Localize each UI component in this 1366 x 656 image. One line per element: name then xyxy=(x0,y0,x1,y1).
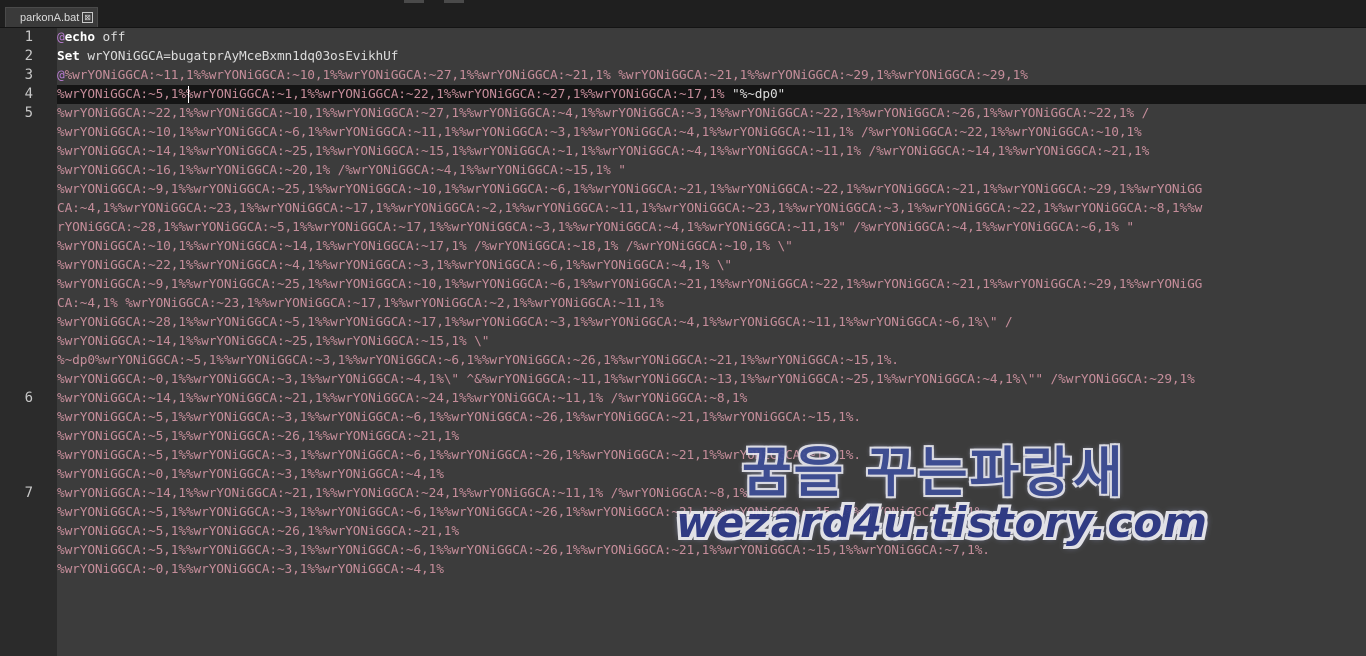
code-token: %wrYONiGGCA:~5,1%%wrYONiGGCA:~3,1%%wrYON… xyxy=(57,448,861,463)
code-line: %wrYONiGGCA:~22,1%%wrYONiGGCA:~4,1%%wrYO… xyxy=(57,256,1202,275)
tab-label: parkonA.bat xyxy=(20,11,80,24)
code-line: %wrYONiGGCA:~9,1%%wrYONiGGCA:~25,1%%wrYO… xyxy=(57,180,1202,199)
line-number: 1 xyxy=(24,29,33,45)
code-line: %wrYONiGGCA:~0,1%%wrYONiGGCA:~3,1%%wrYON… xyxy=(57,560,1202,579)
code-token: %wrYONiGGCA:~10,1%%wrYONiGGCA:~14,1%%wrY… xyxy=(57,239,793,254)
line-number: 4 xyxy=(24,86,33,102)
code-line: %~dp0%wrYONiGGCA:~5,1%%wrYONiGGCA:~3,1%%… xyxy=(57,351,1202,370)
code-editor[interactable]: 1234567 @echo off Set wrYONiGGCA=bugatprA… xyxy=(0,28,1366,656)
window-control[interactable] xyxy=(404,0,424,3)
code-token: %wrYONiGGCA:~22,1%%wrYONiGGCA:~4,1%%wrYO… xyxy=(57,258,733,273)
code-line: %wrYONiGGCA:~14,1%%wrYONiGGCA:~25,1%%wrY… xyxy=(57,142,1202,161)
code-token: %wrYONiGGCA:~9,1%%wrYONiGGCA:~25,1%%wrYO… xyxy=(57,182,1203,197)
code-token: rYONiGGCA:~28,1%%wrYONiGGCA:~5,1%%wrYONi… xyxy=(57,220,1134,235)
code-line: %wrYONiGGCA:~28,1%%wrYONiGGCA:~5,1%%wrYO… xyxy=(57,313,1202,332)
code-line: %wrYONiGGCA:~22,1%%wrYONiGGCA:~10,1%%wrY… xyxy=(57,104,1202,123)
close-icon[interactable]: ⊠ xyxy=(82,12,93,23)
code-token: %wrYONiGGCA:~10,1%%wrYONiGGCA:~6,1%%wrYO… xyxy=(57,125,1142,140)
code-token: %wrYONiGGCA:~16,1%%wrYONiGGCA:~20,1% /%w… xyxy=(57,163,626,178)
tab-parkona-bat[interactable]: parkonA.bat ⊠ xyxy=(5,7,98,27)
code-token: %wrYONiGGCA:~14,1%%wrYONiGGCA:~21,1%%wrY… xyxy=(57,391,748,406)
editor-content[interactable]: @echo off Set wrYONiGGCA=bugatprAyMceBxmn… xyxy=(57,28,1366,656)
code-line: Set wrYONiGGCA=bugatprAyMceBxmn1dq03osEv… xyxy=(57,47,1202,66)
code-token: %wrYONiGGCA:~5,1%%wrYONiGGCA:~1,1%%wrYON… xyxy=(57,87,733,102)
line-number: 7 xyxy=(24,485,33,501)
code-token: %~dp0%wrYONiGGCA:~5,1%%wrYONiGGCA:~3,1%%… xyxy=(57,353,899,368)
code-token: %wrYONiGGCA:~5,1%%wrYONiGGCA:~3,1%%wrYON… xyxy=(57,410,861,425)
code-token: %wrYONiGGCA:~0,1%%wrYONiGGCA:~3,1%%wrYON… xyxy=(57,562,444,577)
code-line: %wrYONiGGCA:~5,1%%wrYONiGGCA:~1,1%%wrYON… xyxy=(57,85,1202,104)
watermark-url: wezard4u.tistory.com xyxy=(676,498,1209,547)
code-line: @%wrYONiGGCA:~11,1%%wrYONiGGCA:~10,1%%wr… xyxy=(57,66,1202,85)
code-line: %wrYONiGGCA:~0,1%%wrYONiGGCA:~3,1%%wrYON… xyxy=(57,370,1202,389)
code-token: CA:~4,1% %wrYONiGGCA:~23,1%%wrYONiGGCA:~… xyxy=(57,296,664,311)
code-token: %wrYONiGGCA:~28,1%%wrYONiGGCA:~5,1%%wrYO… xyxy=(57,315,1013,330)
code-token: %wrYONiGGCA:~11,1%%wrYONiGGCA:~10,1%%wrY… xyxy=(64,68,1028,83)
code-token: echo xyxy=(64,30,95,45)
code-line: %wrYONiGGCA:~10,1%%wrYONiGGCA:~14,1%%wrY… xyxy=(57,237,1202,256)
code-token: %wrYONiGGCA:~14,1%%wrYONiGGCA:~25,1%%wrY… xyxy=(57,144,1150,159)
code-token: wrYONiGGCA=bugatprAyMceBxmn1dq03osEvikhU… xyxy=(79,49,399,64)
line-number-gutter: 1 2 3 4 5 6 7 xyxy=(0,28,57,656)
code-token: %wrYONiGGCA:~14,1%%wrYONiGGCA:~21,1%%wrY… xyxy=(57,486,748,501)
text-caret xyxy=(188,86,189,103)
code-line: CA:~4,1%%wrYONiGGCA:~23,1%%wrYONiGGCA:~1… xyxy=(57,199,1202,218)
line-number: 5 xyxy=(24,105,33,121)
code-line: %wrYONiGGCA:~14,1%%wrYONiGGCA:~25,1%%wrY… xyxy=(57,332,1202,351)
code-token: Set xyxy=(57,49,80,64)
window-control[interactable] xyxy=(444,0,464,3)
code-line: %wrYONiGGCA:~9,1%%wrYONiGGCA:~25,1%%wrYO… xyxy=(57,275,1202,294)
code-line: CA:~4,1% %wrYONiGGCA:~23,1%%wrYONiGGCA:~… xyxy=(57,294,1202,313)
tab-bar: parkonA.bat ⊠ xyxy=(0,0,1366,28)
code-token: %wrYONiGGCA:~22,1%%wrYONiGGCA:~10,1%%wrY… xyxy=(57,106,1150,121)
watermark-korean: 꿈을 꾸는파랑새 xyxy=(742,441,1125,504)
code-line: @echo off xyxy=(57,28,1202,47)
code-line: %wrYONiGGCA:~10,1%%wrYONiGGCA:~6,1%%wrYO… xyxy=(57,123,1202,142)
code-token: @ xyxy=(57,68,65,83)
code-line: %wrYONiGGCA:~14,1%%wrYONiGGCA:~21,1%%wrY… xyxy=(57,389,1202,408)
code-line: %wrYONiGGCA:~5,1%%wrYONiGGCA:~3,1%%wrYON… xyxy=(57,408,1202,427)
code-token: CA:~4,1%%wrYONiGGCA:~23,1%%wrYONiGGCA:~1… xyxy=(57,201,1203,216)
code-token: %wrYONiGGCA:~5,1%%wrYONiGGCA:~26,1%%wrYO… xyxy=(57,524,459,539)
line-number: 2 xyxy=(24,48,33,64)
code-token: off xyxy=(94,30,126,45)
code-line: %wrYONiGGCA:~16,1%%wrYONiGGCA:~20,1% /%w… xyxy=(57,161,1202,180)
code-token: %wrYONiGGCA:~0,1%%wrYONiGGCA:~3,1%%wrYON… xyxy=(57,372,1195,387)
code-token: "%~dp0" xyxy=(732,87,786,102)
code-token: @ xyxy=(57,30,65,45)
code-token: %wrYONiGGCA:~0,1%%wrYONiGGCA:~3,1%%wrYON… xyxy=(57,467,444,482)
code-token: %wrYONiGGCA:~9,1%%wrYONiGGCA:~25,1%%wrYO… xyxy=(57,277,1203,292)
line-number: 3 xyxy=(24,67,33,83)
code-line: rYONiGGCA:~28,1%%wrYONiGGCA:~5,1%%wrYONi… xyxy=(57,218,1202,237)
code-token: %wrYONiGGCA:~5,1%%wrYONiGGCA:~26,1%%wrYO… xyxy=(57,429,459,444)
line-number: 6 xyxy=(24,390,33,406)
code-token: %wrYONiGGCA:~14,1%%wrYONiGGCA:~25,1%%wrY… xyxy=(57,334,490,349)
